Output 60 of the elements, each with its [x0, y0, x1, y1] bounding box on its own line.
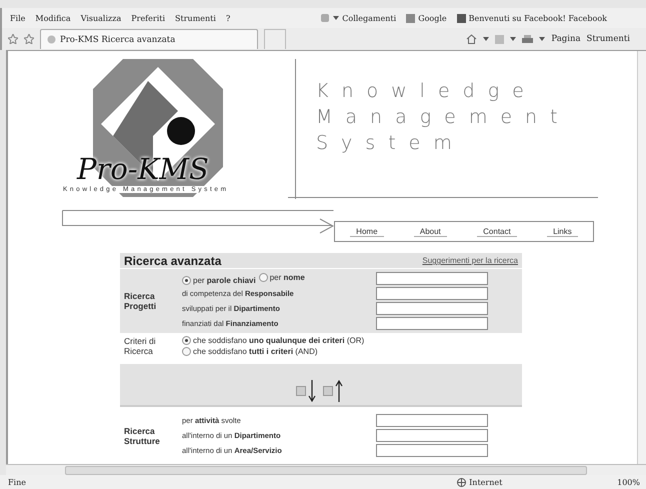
home-icon[interactable]: [466, 34, 478, 44]
section-label: Ricerca Progetti: [124, 291, 158, 311]
page-icon: [47, 35, 56, 44]
caret-icon: [483, 37, 490, 41]
down-arrow-icon: [308, 380, 316, 402]
command-button[interactable]: Strumenti: [586, 34, 630, 44]
vertical-scrollbar[interactable]: [637, 51, 646, 464]
option-label: che soddisfano uno qualunque dei criteri (OR): [193, 336, 364, 345]
form-title: Ricerca avanzata: [124, 254, 222, 268]
star-icon[interactable]: [24, 34, 34, 44]
zone-label: Internet: [469, 478, 502, 486]
favorites-link[interactable]: Collegamenti: [342, 14, 396, 22]
radio-button[interactable]: [182, 276, 191, 284]
caret-icon: [510, 37, 516, 41]
section-label: Criteri di Ricerca: [124, 336, 157, 356]
radio-button[interactable]: [258, 272, 268, 282]
nav-link[interactable]: Links: [547, 226, 578, 236]
menu-item[interactable]: Preferiti: [131, 14, 166, 22]
favorites-link[interactable]: Google: [418, 14, 447, 22]
input-field[interactable]: [376, 317, 488, 330]
caret-icon: [333, 16, 340, 20]
menu-item[interactable]: Modifica: [35, 14, 71, 22]
option-label: per parole chiavi: [193, 276, 256, 284]
input-field[interactable]: [376, 302, 488, 315]
horizontal-scrollbar[interactable]: [6, 464, 646, 475]
option-label: per nome: [270, 272, 305, 282]
nav-link[interactable]: About: [414, 226, 447, 236]
radio-button[interactable]: [182, 336, 191, 345]
caret-icon: [539, 37, 546, 41]
site-title-line: Knowledge: [316, 79, 538, 103]
link-icon: [406, 14, 416, 22]
menu-item[interactable]: Visualizza: [80, 14, 122, 22]
input-field[interactable]: [376, 272, 488, 285]
input-field[interactable]: [376, 287, 488, 300]
favorites-link[interactable]: Benvenuti su Facebook! Facebook: [468, 14, 608, 22]
input-field[interactable]: [376, 414, 488, 427]
command-button[interactable]: Pagina: [551, 34, 581, 44]
input-field[interactable]: [376, 429, 488, 442]
site-title-line: System: [316, 131, 466, 155]
browser-tab[interactable]: Pro-KMS Ricerca avanzata: [40, 29, 258, 49]
section-label: Ricerca Strutture: [124, 426, 161, 446]
option-label: che soddisfano tutti i criteri (AND): [193, 347, 318, 356]
up-arrow-icon: [335, 380, 343, 402]
menu-item[interactable]: File: [10, 14, 26, 22]
menu-item[interactable]: Strumenti: [175, 14, 216, 22]
sort-checkbox[interactable]: [323, 386, 333, 396]
star-icon[interactable]: [8, 34, 18, 44]
globe-icon: [457, 478, 466, 486]
site-title-line: Management: [316, 105, 571, 129]
printer-icon[interactable]: [522, 34, 534, 44]
link-icon: [456, 14, 466, 22]
sort-checkbox[interactable]: [296, 386, 306, 396]
status-text: Fine: [8, 478, 27, 486]
input-field[interactable]: [376, 444, 488, 457]
menu-item[interactable]: ?: [226, 14, 230, 22]
zoom-control[interactable]: 100%: [617, 478, 640, 486]
radio-button[interactable]: [182, 347, 191, 356]
hint-link[interactable]: Suggerimenti per la ricerca: [422, 256, 518, 265]
nav-link[interactable]: Home: [350, 226, 384, 236]
nav-link[interactable]: Contact: [477, 226, 517, 236]
